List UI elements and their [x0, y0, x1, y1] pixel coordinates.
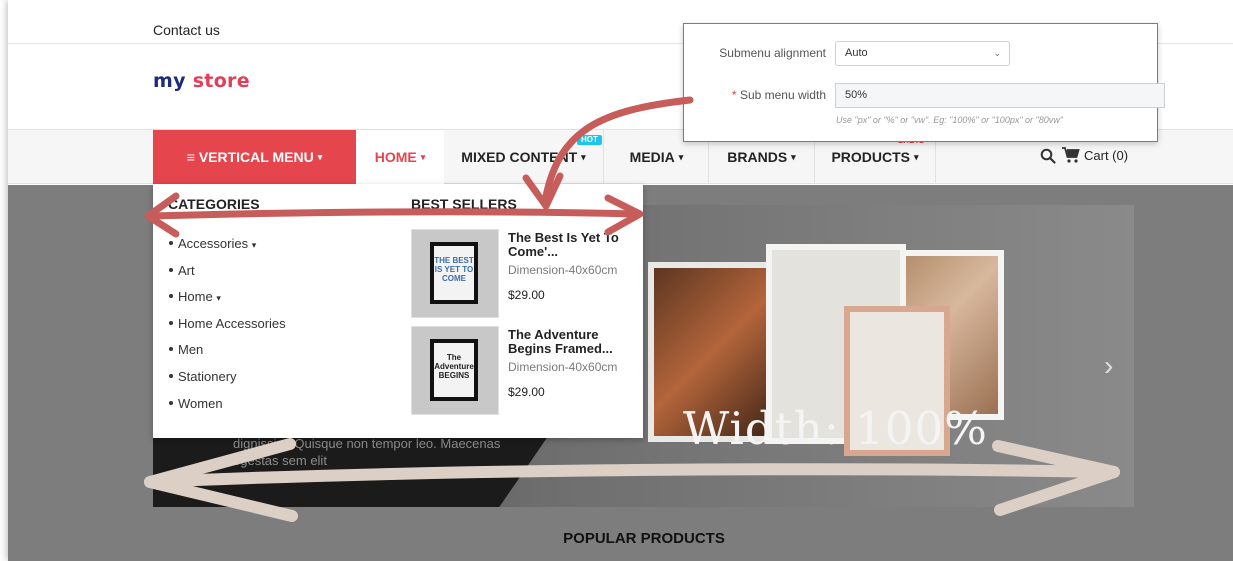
chevron-down-icon: ▾ — [914, 152, 919, 162]
chevron-down-icon: ▾ — [216, 293, 221, 304]
best-sellers-heading: BEST SELLERS — [411, 196, 517, 212]
submenu-alignment-select[interactable]: Auto ⌄ — [835, 41, 1010, 66]
cart-label: Cart (0) — [1084, 148, 1129, 163]
product-price: $29.00 — [508, 288, 545, 302]
category-item[interactable]: Home Accessories — [169, 316, 286, 343]
category-label: Stationery — [178, 368, 237, 384]
best-seller-product[interactable]: The Adventure BEGINS The Adventure Begin… — [411, 326, 636, 418]
nav-media-label: MEDIA — [629, 149, 675, 165]
store-logo[interactable]: my store — [153, 70, 250, 92]
chevron-down-icon: ▾ — [420, 152, 426, 162]
nav-home-label: HOME — [374, 149, 417, 165]
logo-text-store: store — [192, 70, 250, 92]
product-name[interactable]: The Best Is Yet To Come'... — [508, 231, 620, 259]
category-label: Art — [178, 262, 195, 278]
submenu-settings-panel: Submenu alignment Auto ⌄ * Sub menu width… — [683, 23, 1165, 142]
bullet-icon — [169, 241, 173, 245]
nav-brands-label: BRANDS — [727, 149, 788, 165]
best-seller-product[interactable]: THE BEST IS YET TO COME The Best Is Yet … — [411, 229, 636, 321]
cart-link[interactable]: Cart (0) — [1062, 147, 1128, 163]
category-item[interactable]: Stationery — [169, 369, 286, 396]
chevron-down-icon: ⌄ — [993, 48, 1001, 58]
submenu-width-input[interactable]: 50% — [835, 83, 1165, 108]
home-submenu: CATEGORIES BEST SELLERS Accessories ▾ Ar… — [153, 184, 643, 438]
bullet-icon — [169, 320, 173, 325]
chevron-down-icon: ▾ — [678, 152, 684, 162]
chevron-down-icon: ▾ — [581, 152, 586, 162]
category-item[interactable]: Accessories ▾ — [169, 236, 286, 263]
product-dimension: Dimension-40x60cm — [508, 263, 618, 277]
poster-image: THE BEST IS YET TO COME — [430, 242, 478, 304]
category-list: Accessories ▾ Art Home ▾ Home Accessorie… — [169, 236, 286, 422]
product-dimension: Dimension-40x60cm — [508, 360, 618, 374]
nav-vertical-menu[interactable]: ≡ VERTICAL MENU ▾ — [153, 130, 356, 184]
hero-text-line2: egestas sem elit — [233, 453, 327, 468]
poster-text: THE BEST IS YET TO COME — [434, 246, 474, 300]
product-name[interactable]: The Adventure Begins Framed... — [508, 328, 620, 356]
contact-link[interactable]: Contact us — [153, 22, 220, 38]
bullet-icon — [169, 400, 173, 405]
bullet-icon — [169, 267, 173, 272]
category-item[interactable]: Men — [169, 342, 286, 369]
category-item[interactable]: Home ▾ — [169, 289, 286, 316]
hero-text-line1: dignissim. Quisque non tempor leo. Maece… — [233, 436, 501, 451]
bullet-icon — [169, 373, 173, 378]
hot-badge: HOT — [577, 135, 602, 145]
bullet-icon — [169, 347, 173, 352]
nav-vertical-label: ≡ VERTICAL MENU — [186, 149, 314, 165]
product-price: $29.00 — [508, 385, 545, 399]
category-label: Women — [178, 395, 223, 411]
submenu-width-label: * Sub menu width — [686, 88, 826, 102]
poster-image: The Adventure BEGINS — [430, 339, 478, 401]
chevron-down-icon: ▾ — [251, 240, 257, 250]
category-item[interactable]: Women — [169, 396, 286, 423]
nav-home[interactable]: HOME ▾ — [356, 130, 444, 185]
width-label-text: Sub menu width — [739, 88, 826, 102]
product-thumbnail[interactable]: The Adventure BEGINS — [411, 326, 499, 415]
logo-text-my: my — [153, 70, 193, 92]
cart-icon — [1062, 147, 1080, 163]
poster-text: The Adventure BEGINS — [434, 343, 474, 397]
width-help-text: Use "px" or "%" or "vw". Eg: "100%" or "… — [836, 115, 1063, 125]
chevron-down-icon: ▾ — [791, 152, 796, 162]
category-label: Men — [178, 342, 204, 358]
category-label: Accessories — [178, 236, 249, 251]
alignment-value: Auto — [845, 47, 868, 59]
categories-heading: CATEGORIES — [168, 196, 260, 212]
slider-next-icon[interactable]: › — [1104, 350, 1113, 382]
category-label: Home Accessories — [178, 315, 286, 331]
required-mark: * — [731, 88, 737, 102]
product-thumbnail[interactable]: THE BEST IS YET TO COME — [411, 229, 499, 318]
bullet-icon — [169, 294, 173, 299]
nav-mixed-label: MIXED CONTENT — [461, 149, 578, 165]
category-label: Home — [178, 289, 213, 305]
width-annotation-caption: Width: 100% — [683, 402, 988, 455]
nav-products-label: PRODUCTS — [831, 149, 911, 165]
popular-products-heading: POPULAR PRODUCTS — [563, 530, 725, 547]
search-icon[interactable] — [1040, 148, 1056, 164]
submenu-alignment-label: Submenu alignment — [719, 46, 826, 60]
chevron-down-icon: ▾ — [317, 152, 323, 162]
category-item[interactable]: Art — [169, 263, 286, 290]
